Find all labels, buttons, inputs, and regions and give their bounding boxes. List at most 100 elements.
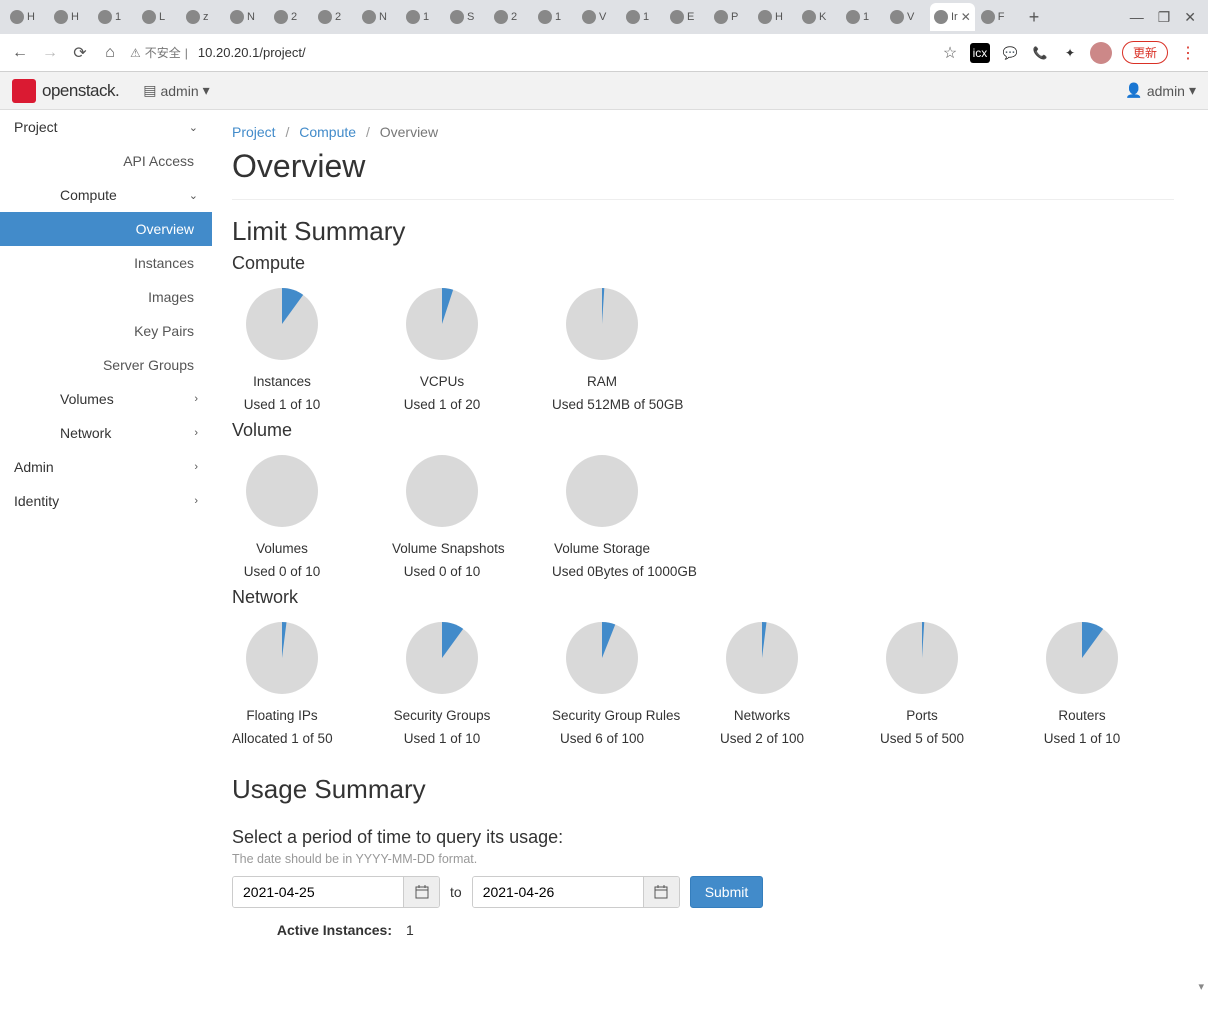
sidebar-item-overview[interactable]: Overview: [0, 212, 212, 246]
period-hint: The date should be in YYYY-MM-DD format.: [232, 852, 1174, 866]
browser-tab[interactable]: V: [886, 3, 928, 31]
chevron-right-icon: ›: [194, 427, 198, 439]
browser-tab[interactable]: 1: [622, 3, 664, 31]
close-icon[interactable]: ✕: [961, 10, 971, 24]
breadcrumb-project[interactable]: Project: [232, 124, 276, 140]
browser-tab[interactable]: 1: [842, 3, 884, 31]
favicon: [626, 10, 640, 24]
browser-tab[interactable]: 1: [534, 3, 576, 31]
sidebar-item-server-groups[interactable]: Server Groups: [0, 348, 212, 382]
phone-icon[interactable]: 📞: [1030, 43, 1050, 63]
gauge-usage: Used 512MB of 50GB: [552, 397, 652, 412]
gauge-usage: Used 5 of 500: [872, 731, 972, 746]
date-from-input[interactable]: [233, 877, 403, 907]
browser-tab[interactable]: V: [578, 3, 620, 31]
new-tab-button[interactable]: +: [1021, 7, 1048, 28]
user-icon: 👤: [1125, 82, 1142, 99]
sidebar-item-compute[interactable]: Compute ⌄: [0, 178, 212, 212]
gauge-name: Routers: [1032, 708, 1132, 723]
browser-tab[interactable]: H: [6, 3, 48, 31]
favicon: [54, 10, 68, 24]
active-instances-value: 1: [406, 922, 414, 938]
menu-icon[interactable]: ⋮: [1178, 43, 1198, 63]
volume-heading: Volume: [232, 420, 1174, 441]
favicon: [274, 10, 288, 24]
chat-icon[interactable]: 💬: [1000, 43, 1020, 63]
breadcrumb-compute[interactable]: Compute: [299, 124, 356, 140]
window-minimize-icon[interactable]: —: [1130, 9, 1144, 26]
update-button[interactable]: 更新: [1122, 41, 1168, 64]
back-button[interactable]: ←: [10, 44, 30, 62]
browser-tab[interactable]: Ir✕: [930, 3, 975, 31]
favicon: [186, 10, 200, 24]
gauge-usage: Used 1 of 10: [1032, 731, 1132, 746]
sidebar-item-key-pairs[interactable]: Key Pairs: [0, 314, 212, 348]
domain-dropdown[interactable]: ▤ admin ▾: [143, 82, 209, 99]
browser-tab[interactable]: E: [666, 3, 708, 31]
window-close-icon[interactable]: ✕: [1184, 9, 1196, 26]
gauge-row-network: Floating IPsAllocated 1 of 50Security Gr…: [232, 618, 1174, 746]
favicon: [802, 10, 816, 24]
sidebar-item-instances[interactable]: Instances: [0, 246, 212, 280]
browser-tab[interactable]: 2: [270, 3, 312, 31]
home-button[interactable]: ⌂: [100, 44, 120, 62]
browser-tab[interactable]: N: [226, 3, 268, 31]
browser-tab[interactable]: 2: [490, 3, 532, 31]
favicon: [318, 10, 332, 24]
forward-button[interactable]: →: [40, 44, 60, 62]
browser-tab[interactable]: H: [50, 3, 92, 31]
sidebar-item-api-access[interactable]: API Access: [0, 144, 212, 178]
gauge: InstancesUsed 1 of 10: [232, 284, 332, 412]
date-to-input[interactable]: [473, 877, 643, 907]
browser-tab[interactable]: 2: [314, 3, 356, 31]
calendar-icon[interactable]: [643, 877, 679, 907]
browser-tab[interactable]: H: [754, 3, 796, 31]
gauge-usage: Allocated 1 of 50: [232, 731, 332, 746]
browser-tab[interactable]: 1: [94, 3, 136, 31]
warning-icon: ⚠: [130, 46, 141, 60]
gauge-usage: Used 1 of 10: [392, 731, 492, 746]
calendar-icon[interactable]: [403, 877, 439, 907]
sidebar-item-identity[interactable]: Identity ›: [0, 484, 212, 518]
gauge-name: Volume Storage: [552, 541, 652, 556]
openstack-logo-icon: [12, 79, 36, 103]
gauge: VCPUsUsed 1 of 20: [392, 284, 492, 412]
favicon: [758, 10, 772, 24]
browser-tab[interactable]: P: [710, 3, 752, 31]
sidebar-item-volumes[interactable]: Volumes ›: [0, 382, 212, 416]
browser-tab[interactable]: L: [138, 3, 180, 31]
extensions-icon[interactable]: ✦: [1060, 43, 1080, 63]
sidebar-item-network[interactable]: Network ›: [0, 416, 212, 450]
browser-tab[interactable]: F: [977, 3, 1019, 31]
reload-button[interactable]: ⟳: [70, 43, 90, 63]
security-indicator[interactable]: ⚠ 不安全 |: [130, 44, 188, 61]
submit-button[interactable]: Submit: [690, 876, 764, 908]
gauge: Security Group RulesUsed 6 of 100: [552, 618, 652, 746]
star-icon[interactable]: ☆: [940, 43, 960, 63]
gauge: PortsUsed 5 of 500: [872, 618, 972, 746]
gauge: Volume Storage Used 0Bytes of 1000GB: [552, 451, 652, 579]
browser-tab[interactable]: N: [358, 3, 400, 31]
profile-avatar[interactable]: [1090, 42, 1112, 64]
browser-tab[interactable]: z: [182, 3, 224, 31]
browser-tab[interactable]: 1: [402, 3, 444, 31]
gauge-name: Security Groups: [392, 708, 492, 723]
url-text[interactable]: 10.20.20.1/project/: [198, 45, 306, 60]
browser-tab[interactable]: S: [446, 3, 488, 31]
chevron-down-icon: ⌄: [189, 189, 198, 202]
sidebar-item-project[interactable]: Project ⌄: [0, 110, 212, 144]
favicon: [450, 10, 464, 24]
favicon: [582, 10, 596, 24]
gauge-name: Networks: [712, 708, 812, 723]
sidebar-item-images[interactable]: Images: [0, 280, 212, 314]
extension-icon[interactable]: icx: [970, 43, 990, 63]
favicon: [981, 10, 995, 24]
browser-tab[interactable]: K: [798, 3, 840, 31]
user-dropdown[interactable]: 👤 admin ▾: [1125, 82, 1196, 99]
brand-link[interactable]: openstack.: [12, 79, 119, 103]
window-maximize-icon[interactable]: ❐: [1158, 9, 1171, 26]
gauge-usage: Used 0Bytes of 1000GB: [552, 564, 652, 579]
sidebar-item-admin[interactable]: Admin ›: [0, 450, 212, 484]
favicon: [98, 10, 112, 24]
limit-summary-heading: Limit Summary: [232, 216, 1174, 247]
